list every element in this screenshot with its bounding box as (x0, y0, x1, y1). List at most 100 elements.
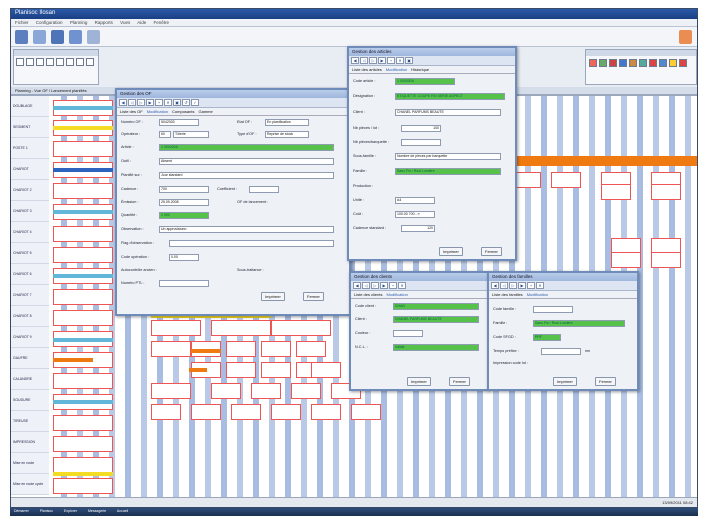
cadence-field[interactable]: 700 (159, 186, 209, 193)
first-record-icon[interactable]: ◀ (491, 282, 499, 289)
filter-icon[interactable] (86, 58, 94, 66)
row-label[interactable]: CHARIOT 2 (11, 180, 49, 201)
last-record-icon[interactable]: ▶ (380, 282, 388, 289)
task-block[interactable] (231, 404, 261, 420)
task-block[interactable] (261, 341, 291, 357)
row-label[interactable]: CHARIOT 3 (11, 201, 49, 222)
row-label[interactable]: CHARIOT 6 (11, 264, 49, 285)
resource-icon[interactable] (639, 59, 647, 67)
close-button[interactable]: Fermer (449, 377, 470, 386)
task-block[interactable] (261, 362, 291, 378)
last-record-icon[interactable]: ▶ (378, 57, 386, 64)
task-block[interactable] (53, 457, 113, 473)
print-button[interactable]: Imprimer (261, 292, 285, 301)
save-icon[interactable]: ▣ (405, 57, 413, 64)
cout-field[interactable]: 100.00 700 - ¤ (395, 211, 435, 218)
code-field[interactable]: CHAN (393, 303, 479, 310)
famille-field[interactable]: Sans Fin / Roul.Lumière (533, 320, 625, 327)
tools-icon[interactable] (87, 30, 100, 44)
planif-field[interactable]: Jour standard (159, 172, 334, 179)
first-record-icon[interactable]: ◀ (351, 57, 359, 64)
client-field[interactable]: CHANEL PARFUMS BEAUTE (395, 109, 501, 116)
prev-record-icon[interactable]: ◁ (128, 99, 136, 106)
row-label[interactable]: CHARIOT 8 (11, 306, 49, 327)
task-block[interactable] (53, 247, 113, 263)
task-block[interactable] (601, 184, 631, 200)
resource-icon[interactable] (599, 59, 607, 67)
task-block[interactable] (151, 320, 201, 336)
opr-field[interactable]: 60 (159, 131, 171, 138)
add-icon[interactable]: + (527, 282, 535, 289)
ncl-field[interactable]: Validé (393, 344, 479, 351)
row-label[interactable]: SOUDURE (11, 390, 49, 411)
task-block[interactable] (151, 404, 181, 420)
add-icon[interactable]: + (389, 282, 397, 289)
exit-icon[interactable] (679, 30, 692, 44)
sf-field[interactable]: Nombre de pièces par barquette (395, 153, 501, 160)
outil-field[interactable]: Absent (159, 158, 334, 165)
task-block[interactable] (211, 320, 271, 336)
task-block[interactable] (311, 404, 341, 420)
nb-barq-field[interactable] (401, 139, 441, 146)
task-block[interactable] (191, 404, 221, 420)
row-label[interactable]: CALANDRE (11, 369, 49, 390)
planning-tab[interactable]: Planning - Vue OF / Lancement planifiés (15, 88, 87, 93)
chart-icon[interactable] (69, 30, 82, 44)
taskbar-item[interactable]: Accueil (117, 509, 128, 513)
row-label[interactable]: CHARIOT 9 (11, 327, 49, 348)
print-button[interactable]: Imprimer (439, 247, 463, 256)
resource-icon[interactable] (589, 59, 597, 67)
resource-icon[interactable] (669, 59, 677, 67)
save-icon[interactable]: ▣ (173, 99, 181, 106)
task-block[interactable] (53, 436, 113, 452)
taskbar-item[interactable]: Explorer (64, 509, 77, 513)
quantite-field[interactable]: 1 000 (159, 212, 209, 219)
add-icon[interactable]: + (155, 99, 163, 106)
prev-record-icon[interactable]: ◁ (360, 57, 368, 64)
task-block[interactable] (226, 341, 256, 357)
opr-name-field[interactable]: Tôlerie (173, 131, 209, 138)
row-label[interactable]: IMPRESSION (11, 432, 49, 453)
row-label[interactable]: Mise en route (11, 453, 49, 474)
filter-icon[interactable] (36, 58, 44, 66)
task-block[interactable] (53, 415, 113, 431)
row-label[interactable]: DOUBLAGE (11, 96, 49, 117)
menu-item[interactable]: Vues (120, 20, 130, 25)
cadence-field[interactable]: 120 (401, 225, 435, 232)
undo-icon[interactable]: ↺ (182, 99, 190, 106)
home-icon[interactable] (15, 30, 28, 44)
menu-item[interactable]: Configuration (36, 20, 63, 25)
task-block[interactable] (251, 383, 281, 399)
coef-field[interactable] (249, 186, 279, 193)
tab-list[interactable]: Liste des familles (492, 292, 523, 297)
task-block[interactable] (291, 383, 321, 399)
resource-icon[interactable] (679, 59, 687, 67)
task-block[interactable] (311, 362, 341, 378)
first-record-icon[interactable]: ◀ (119, 99, 127, 106)
type-field[interactable]: Reprise de stock (265, 131, 309, 138)
next-record-icon[interactable]: ▷ (137, 99, 145, 106)
document-icon[interactable] (33, 30, 46, 44)
menu-item[interactable]: Fenêtre (154, 20, 170, 25)
tab-gamme[interactable]: Gamme (199, 109, 213, 114)
task-block[interactable] (53, 289, 113, 305)
row-label[interactable]: POSTE 1 (11, 138, 49, 159)
menu-item[interactable]: Aide (137, 20, 146, 25)
observ-field[interactable]: Un approvisionn. (159, 226, 334, 233)
task-block[interactable] (651, 252, 681, 268)
task-block[interactable] (53, 310, 113, 326)
code-field[interactable] (533, 306, 573, 313)
print-button[interactable]: Imprimer (553, 377, 577, 386)
last-record-icon[interactable]: ▶ (146, 99, 154, 106)
delete-icon[interactable]: ✕ (396, 57, 404, 64)
task-block[interactable] (53, 478, 113, 494)
task-block[interactable] (296, 341, 326, 357)
row-label[interactable]: CHARIOT 5 (11, 243, 49, 264)
resource-icon[interactable] (609, 59, 617, 67)
tab-modification[interactable]: Modification (386, 67, 407, 72)
task-block[interactable] (651, 184, 681, 200)
row-label[interactable]: Mise en route cycle (11, 474, 49, 495)
task-block[interactable] (351, 404, 381, 420)
article-field[interactable]: 1 000000A (159, 144, 334, 151)
menu-item[interactable]: Fichier (15, 20, 29, 25)
